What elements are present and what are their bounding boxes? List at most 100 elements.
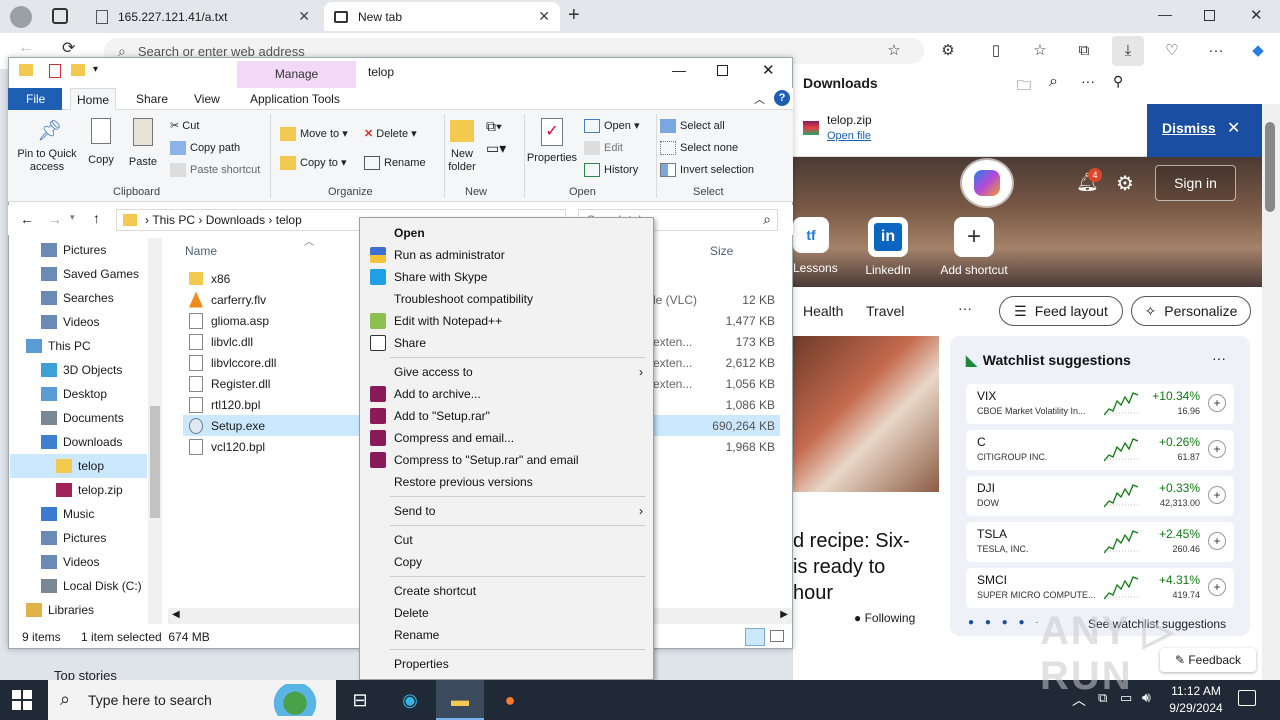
tab-file[interactable]: File [8, 88, 62, 110]
watchlist-row[interactable]: TSLA TESLA, INC. +2.45% 260.46 + [966, 522, 1234, 562]
shortcut-lessons[interactable]: tf Lessons [793, 217, 838, 277]
breadcrumb-downloads[interactable]: Downloads [206, 213, 265, 227]
pager-dots[interactable]: ● ● ● ● · [968, 617, 1043, 628]
menu-item[interactable]: Send to › [360, 500, 653, 522]
menu-item[interactable]: Create shortcut [360, 580, 653, 602]
pin-icon[interactable]: ⚲ [1113, 73, 1123, 90]
nav-scroll-thumb[interactable] [150, 406, 160, 518]
add-to-watchlist-button[interactable]: + [1208, 440, 1226, 458]
rename-button[interactable]: Rename [364, 156, 426, 170]
copy-button[interactable]: Copy [86, 118, 116, 166]
tab-newtab[interactable]: New tab ✕ [324, 2, 560, 31]
select-none-button[interactable]: Select none [660, 141, 738, 155]
tab-application-tools[interactable]: Application Tools [244, 88, 346, 110]
settings-icon[interactable]: ⚙ [1116, 171, 1134, 196]
watchlist-row[interactable]: DJI DOW +0.33% 42,313.00 + [966, 476, 1234, 516]
nav-item[interactable]: Local Disk (C:) [10, 574, 148, 598]
properties-button[interactable]: ✓ Properties [524, 118, 580, 164]
paste-button[interactable]: Paste [126, 118, 160, 168]
explorer-maximize-icon[interactable] [717, 65, 728, 76]
nav-item[interactable]: Saved Games [10, 262, 148, 286]
new-item-icon[interactable]: ⧉▾ [486, 118, 502, 135]
nav-item[interactable]: Music [10, 502, 148, 526]
large-icons-view-icon[interactable] [770, 630, 784, 642]
qa-dropdown-icon[interactable]: ▾ [93, 64, 98, 75]
menu-item[interactable]: Compress and email... [360, 427, 653, 449]
nav-item[interactable]: Videos [10, 550, 148, 574]
dismiss-button[interactable]: Dismiss [1162, 120, 1216, 136]
forward-icon[interactable]: → [48, 211, 62, 227]
menu-item[interactable]: Troubleshoot compatibility [360, 288, 653, 310]
newfolder-qa-icon[interactable] [71, 64, 85, 76]
copy-path-button[interactable]: Copy path [170, 141, 240, 155]
open-file-link[interactable]: Open file [827, 130, 871, 142]
open-folder-icon[interactable]: 🗀︎ [1017, 75, 1031, 99]
menu-item[interactable]: Edit with Notepad++ [360, 310, 653, 332]
nav-item[interactable]: 3D Objects [10, 358, 148, 382]
menu-item[interactable]: Give access to › [360, 361, 653, 383]
watchlist-row[interactable]: C CITIGROUP INC. +0.26% 61.87 + [966, 430, 1234, 470]
menu-item[interactable]: Delete [360, 602, 653, 624]
extensions-icon[interactable]: ⚙ [936, 40, 960, 62]
article-headline[interactable]: d recipe: Six- is ready to hour [793, 528, 939, 606]
nav-item[interactable]: Pictures [10, 526, 148, 550]
open-button[interactable]: Open ▾ [584, 119, 640, 134]
delete-button[interactable]: ✕ Delete ▾ [364, 127, 417, 140]
scroll-right-icon[interactable]: ▶ [780, 609, 788, 620]
up-icon[interactable]: ↑ [93, 210, 100, 226]
menu-item[interactable]: Open [360, 222, 653, 244]
column-name-header[interactable]: Name [185, 244, 217, 258]
nav-item[interactable]: Documents [10, 406, 148, 430]
menu-item[interactable]: Run as administrator [360, 244, 653, 266]
browser-essentials-icon[interactable]: ♡ [1160, 40, 1184, 62]
copilot-logo[interactable] [962, 160, 1012, 206]
tab-atxt[interactable]: 165.227.121.41/a.txt ✕ [86, 2, 320, 31]
nav-item[interactable]: Desktop [10, 382, 148, 406]
restore-icon[interactable] [1204, 10, 1215, 21]
nav-item[interactable]: Videos [10, 310, 148, 334]
more-options-icon[interactable]: ··· [1081, 73, 1095, 89]
new-tab-button[interactable]: + [568, 4, 580, 27]
watchlist-row[interactable]: SMCI SUPER MICRO COMPUTE... +4.31% 419.74 + [966, 568, 1234, 608]
move-to-button[interactable]: Move to ▾ [280, 127, 348, 142]
start-button[interactable] [12, 690, 32, 710]
manage-tab[interactable]: Manage [237, 61, 356, 88]
close-tab-icon[interactable]: ✕ [538, 8, 550, 25]
tab-actions-icon[interactable] [52, 8, 68, 24]
personalize-button[interactable]: ✧ Personalize [1131, 296, 1251, 326]
menu-item[interactable]: Add to archive... [360, 383, 653, 405]
more-menu-icon[interactable]: ··· [1204, 40, 1228, 62]
close-icon[interactable]: ✕ [1227, 118, 1240, 138]
back-icon[interactable]: ← [20, 211, 34, 227]
add-to-watchlist-button[interactable]: + [1208, 578, 1226, 596]
menu-item[interactable]: Share [360, 332, 653, 354]
help-icon[interactable]: ? [774, 90, 790, 106]
shortcut-linkedin[interactable]: in LinkedIn [862, 217, 914, 277]
details-view-icon[interactable] [745, 628, 765, 646]
add-to-watchlist-button[interactable]: + [1208, 532, 1226, 550]
breadcrumb-this-pc[interactable]: This PC [152, 213, 195, 227]
nav-health[interactable]: Health [803, 303, 843, 319]
explorer-minimize-icon[interactable]: — [672, 62, 686, 78]
feed-layout-button[interactable]: ☰ Feed layout [999, 296, 1123, 326]
article-image[interactable] [793, 336, 939, 492]
copy-to-button[interactable]: Copy to ▾ [280, 156, 347, 171]
tab-home[interactable]: Home [70, 88, 117, 110]
copilot-icon[interactable]: ◆ [1246, 40, 1270, 62]
add-to-watchlist-button[interactable]: + [1208, 486, 1226, 504]
menu-item[interactable]: Cut [360, 529, 653, 551]
invert-selection-button[interactable]: Invert selection [660, 163, 754, 177]
watchlist-more-icon[interactable]: ··· [1212, 350, 1226, 366]
scrollbar-thumb[interactable] [1265, 122, 1275, 212]
split-screen-icon[interactable]: ▯ [984, 40, 1008, 62]
favorites-icon[interactable]: ☆ [1028, 40, 1052, 62]
menu-item[interactable]: Copy [360, 551, 653, 573]
nav-item[interactable]: Searches [10, 286, 148, 310]
tab-share[interactable]: Share [130, 88, 174, 110]
profile-icon[interactable] [10, 6, 32, 28]
recent-locations-icon[interactable]: ▾ [70, 212, 75, 223]
menu-item[interactable]: Rename [360, 624, 653, 646]
search-downloads-icon[interactable]: ⌕ [1049, 73, 1058, 91]
nav-scrollbar[interactable] [148, 238, 162, 624]
nav-item[interactable]: This PC [10, 334, 148, 358]
